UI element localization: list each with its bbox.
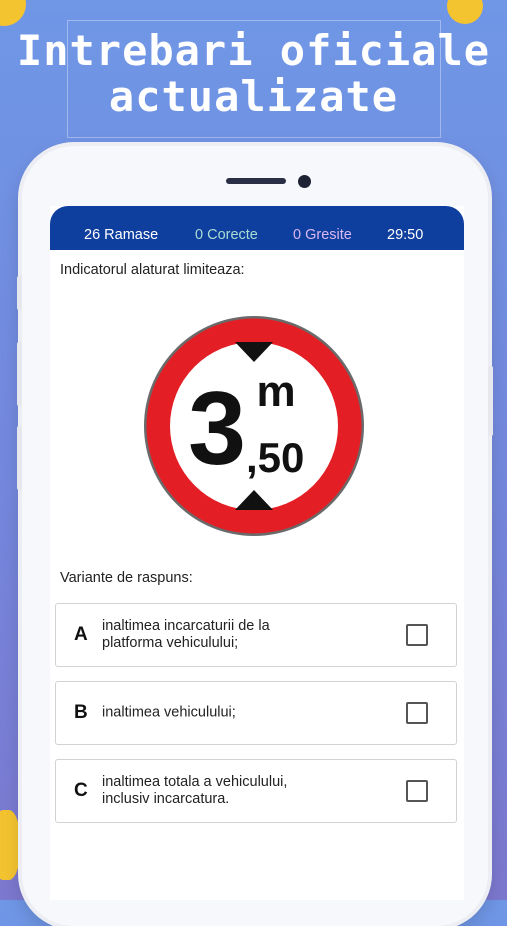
quiz-status-bar: 26 Ramase 0 Corecte 0 Gresite 29:50 [50, 206, 464, 250]
checkbox-icon[interactable] [406, 624, 428, 646]
phone-camera [298, 175, 311, 188]
checkbox-icon[interactable] [406, 780, 428, 802]
option-text: inaltimea vehiculului; [102, 704, 236, 721]
headline-line-2: actualizate [108, 72, 399, 121]
option-letter: A [74, 624, 88, 645]
decorative-circle [447, 0, 483, 24]
option-text: inaltimea incarcaturii de la platforma v… [102, 618, 270, 651]
option-letter: C [74, 780, 88, 801]
checkbox-icon[interactable] [406, 702, 428, 724]
option-text: inaltimea totala a vehiculului, inclusiv… [102, 774, 288, 807]
phone-side-button [17, 342, 22, 406]
sign-main-number: 3 [188, 371, 246, 487]
height-limit-sign-icon: 3 m ,50 [144, 316, 364, 536]
answers-title: Variante de raspuns: [60, 570, 193, 586]
phone-side-button [488, 366, 493, 436]
headline-line-1: Intrebari oficiale [16, 26, 491, 75]
answer-option-a[interactable]: A inaltimea incarcaturii de la platforma… [55, 603, 457, 667]
option-letter: B [74, 702, 88, 723]
question-text: Indicatorul alaturat limiteaza: [60, 262, 245, 278]
phone-side-button [17, 426, 22, 490]
answer-option-c[interactable]: C inaltimea totala a vehiculului, inclus… [55, 759, 457, 823]
decorative-circle [0, 0, 26, 26]
answer-option-b[interactable]: B inaltimea vehiculului; [55, 681, 457, 745]
wrong-count: 0 Gresite [293, 227, 352, 243]
correct-count: 0 Corecte [195, 227, 258, 243]
phone-side-button [17, 276, 22, 310]
sign-unit: m [256, 367, 295, 416]
sign-decimal: ,50 [246, 434, 304, 481]
promo-headline: Intrebari oficiale actualizate [0, 28, 507, 120]
remaining-count: 26 Ramase [84, 227, 159, 243]
phone-speaker [226, 178, 286, 184]
decorative-circle [0, 810, 20, 880]
app-screen: 26 Ramase 0 Corecte 0 Gresite 29:50 Indi… [50, 206, 464, 900]
countdown-timer: 29:50 [387, 227, 424, 243]
